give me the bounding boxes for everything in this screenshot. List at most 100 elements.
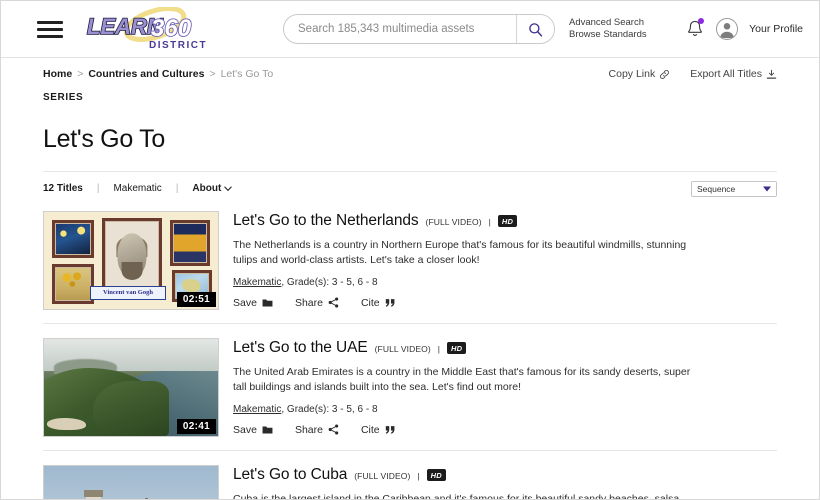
cite-button[interactable]: Cite (361, 297, 396, 309)
user-avatar-icon (720, 23, 734, 39)
export-all-titles-label: Export All Titles (690, 68, 762, 80)
save-button[interactable]: Save (233, 297, 273, 309)
folder-icon (262, 426, 273, 433)
breadcrumb: Home > Countries and Cultures > Let's Go… (1, 58, 819, 80)
share-label: Share (294, 296, 323, 309)
result-title-line: Let's Go to Cuba (FULL VIDEO) | HD (233, 466, 777, 484)
result-separator: | (417, 470, 420, 481)
header-links: Advanced Search Browse Standards (569, 17, 647, 41)
site-logo[interactable]: LEARN 360 DISTRICT (83, 7, 213, 51)
sort-select-value: Sequence (697, 183, 736, 194)
about-toggle[interactable]: About (192, 183, 233, 194)
art-frame (52, 219, 94, 258)
breadcrumb-item-current: Let's Go To (220, 68, 274, 80)
result-title-link[interactable]: Let's Go to the UAE (233, 339, 368, 357)
save-button[interactable]: Save (233, 424, 273, 436)
breadcrumb-separator: > (209, 68, 216, 80)
result-thumbnail[interactable]: Vincent van Gogh 02:51 (43, 210, 219, 310)
browse-standards-link[interactable]: Browse Standards (569, 29, 647, 41)
result-type-label: (FULL VIDEO) (425, 216, 482, 227)
series-publisher-link[interactable]: Makematic (113, 183, 161, 194)
results-list: Vincent van Gogh 02:51 Let's Go to the N… (43, 197, 777, 500)
cite-label: Cite (360, 296, 380, 309)
result-description: The United Arab Emirates is a country in… (233, 365, 691, 393)
search-bar[interactable] (283, 14, 555, 44)
result-title-line: Let's Go to the UAE (FULL VIDEO) | HD (233, 339, 777, 357)
download-icon (766, 69, 777, 79)
hamburger-bar (37, 34, 63, 38)
share-label: Share (294, 423, 323, 436)
result-info: Let's Go to the UAE (FULL VIDEO) | HD Th… (233, 338, 777, 437)
avatar[interactable] (716, 18, 739, 40)
video-duration: 02:51 (176, 291, 216, 307)
result-credit: Makematic, Grade(s): 3 - 5, 6 - 8 (233, 404, 777, 415)
breadcrumb-item-countries-and-cultures[interactable]: Countries and Cultures (88, 68, 204, 80)
notifications-button[interactable] (685, 18, 705, 40)
thumbnail-caption: Vincent van Gogh (90, 285, 166, 300)
search-input[interactable] (284, 23, 516, 35)
result-info: Let's Go to Cuba (FULL VIDEO) | HD Cuba … (233, 465, 777, 500)
result-separator: | (488, 216, 491, 227)
art-frame (170, 219, 210, 266)
quote-icon (385, 425, 395, 434)
series-kicker: SERIES (43, 92, 84, 103)
link-icon (660, 69, 670, 79)
cite-button[interactable]: Cite (361, 424, 396, 436)
breadcrumb-separator: > (77, 68, 84, 80)
result-separator: | (437, 343, 440, 354)
result-type-label: (FULL VIDEO) (374, 343, 431, 354)
share-icon (328, 424, 339, 435)
advanced-search-link[interactable]: Advanced Search (569, 17, 647, 29)
result-type-label: (FULL VIDEO) (354, 470, 411, 481)
export-all-titles-button[interactable]: Export All Titles (690, 68, 777, 80)
table-row: Let's Go to Cuba (FULL VIDEO) | HD Cuba … (43, 449, 777, 500)
series-meta-row: 12 Titles | Makematic | About Sequence (43, 170, 777, 197)
result-info: Let's Go to the Netherlands (FULL VIDEO)… (233, 211, 777, 310)
result-credit: Makematic, Grade(s): 3 - 5, 6 - 8 (233, 277, 777, 288)
hamburger-bar (37, 20, 63, 24)
result-title-line: Let's Go to the Netherlands (FULL VIDEO)… (233, 212, 777, 230)
result-actions: Save Share Cite (233, 424, 777, 436)
svg-text:360: 360 (151, 15, 192, 42)
copy-link-button[interactable]: Copy Link (609, 68, 671, 80)
table-row: Vincent van Gogh 02:51 Let's Go to the N… (43, 197, 777, 323)
cite-label: Cite (360, 423, 380, 436)
search-icon (529, 22, 543, 37)
share-icon (328, 297, 339, 308)
result-grades: , Grade(s): 3 - 5, 6 - 8 (281, 403, 378, 415)
learn360-logo-icon: LEARN 360 DISTRICT (86, 7, 206, 51)
page-root: LEARN 360 DISTRICT Advanced Search Brows… (0, 0, 820, 500)
chevron-down-icon (763, 186, 771, 191)
result-publisher-link[interactable]: Makematic (233, 277, 281, 288)
video-duration: 02:41 (176, 418, 216, 434)
result-publisher-link[interactable]: Makematic (233, 404, 281, 415)
search-button[interactable] (516, 15, 554, 43)
result-title-link[interactable]: Let's Go to Cuba (233, 466, 347, 484)
share-button[interactable]: Share (295, 297, 339, 309)
copy-link-label: Copy Link (608, 68, 656, 80)
result-thumbnail[interactable]: 02:41 (43, 337, 219, 437)
status-badge-hd: HD (446, 341, 467, 354)
result-grades: , Grade(s): 3 - 5, 6 - 8 (281, 276, 378, 288)
quote-icon (385, 298, 395, 307)
about-label: About (192, 183, 222, 194)
series-title-count: 12 Titles (43, 183, 83, 194)
result-title-link[interactable]: Let's Go to the Netherlands (233, 212, 419, 230)
sort-select[interactable]: Sequence (691, 180, 777, 197)
thumbnail-art-havana-fortress (44, 465, 218, 499)
save-label: Save (233, 296, 257, 309)
meta-divider: | (175, 183, 179, 194)
art-frame-portrait (102, 217, 162, 296)
breadcrumb-item-home[interactable]: Home (43, 68, 72, 80)
result-thumbnail[interactable] (43, 464, 219, 499)
site-header: LEARN 360 DISTRICT Advanced Search Brows… (1, 1, 819, 58)
save-label: Save (233, 423, 257, 436)
hamburger-menu-icon[interactable] (37, 20, 81, 38)
result-actions: Save Share Cite (233, 297, 777, 309)
profile-label[interactable]: Your Profile (749, 23, 803, 35)
table-row: 02:41 Let's Go to the UAE (FULL VIDEO) |… (43, 322, 777, 450)
share-button[interactable]: Share (295, 424, 339, 436)
meta-divider: | (96, 183, 100, 194)
result-description: The Netherlands is a country in Northern… (233, 238, 687, 266)
page-title: Let's Go To (43, 124, 165, 153)
